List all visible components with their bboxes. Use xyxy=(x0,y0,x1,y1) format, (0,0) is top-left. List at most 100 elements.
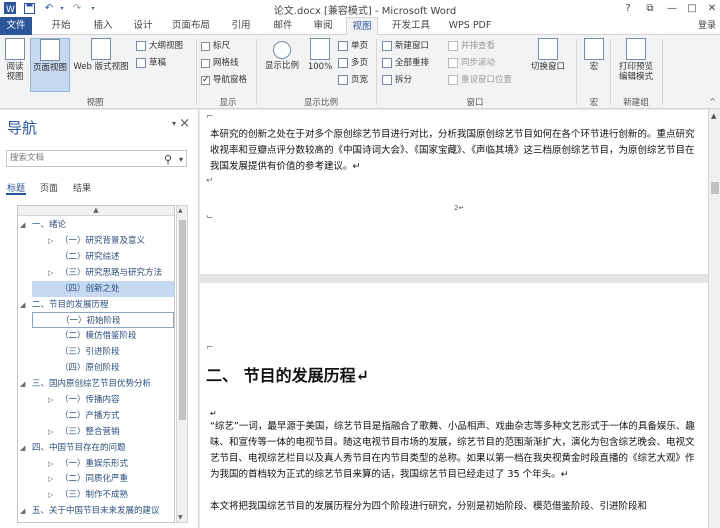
macros-button[interactable]: 宏 xyxy=(582,38,606,72)
arrange-all-button[interactable]: 全部重排 xyxy=(382,56,429,70)
nav-pane-checkbox[interactable]: 导航窗格 xyxy=(201,73,247,87)
tree-item-label: （一）重娱乐形式 xyxy=(60,458,129,469)
globe-icon xyxy=(91,38,111,60)
tree-item[interactable]: （二）研究综述 xyxy=(32,249,174,265)
scroll-thumb[interactable] xyxy=(179,220,186,420)
tree-item-label: 四、中国节目存在的问题 xyxy=(32,442,126,453)
sync-scroll-button[interactable]: 同步滚动 xyxy=(448,56,495,70)
tree-item[interactable]: ▷ （一）传播内容 xyxy=(32,392,174,408)
nav-tab-pages[interactable]: 页面 xyxy=(39,181,59,195)
tree-item[interactable]: ▷ （二）同质化严重 xyxy=(32,471,174,487)
scroll-down-icon[interactable]: ▼ xyxy=(178,514,183,521)
one-page-button[interactable]: 单页 xyxy=(338,39,368,53)
tab-page-layout[interactable]: 页面布局 xyxy=(168,17,214,35)
paragraph[interactable]: 本文将把我国综艺节目的发展历程分为四个阶段进行研究，分别是初始阶段、模范借鉴阶段… xyxy=(210,499,702,515)
new-window-button[interactable]: 新建窗口 xyxy=(382,39,429,53)
paragraph[interactable]: 本研究的创新之处在于对多个原创综艺节目进行对比，分析我国原创综艺节目如何在各个环… xyxy=(210,127,702,175)
tree-item-label: （一）研究背景及意义 xyxy=(60,235,146,246)
save-icon[interactable] xyxy=(22,1,36,15)
tree-item[interactable]: ◢ 二、节目的发展历程 xyxy=(18,297,174,313)
multi-page-button[interactable]: 多页 xyxy=(338,56,368,70)
zoom-button[interactable]: 显示比例 xyxy=(262,38,302,71)
tree-item[interactable]: （四）创新之处 xyxy=(32,280,174,297)
scroll-thumb[interactable] xyxy=(711,182,719,194)
tree-item[interactable]: （三）引进阶段 xyxy=(32,344,174,360)
close-icon[interactable]: ✕ xyxy=(700,0,720,16)
tab-developer[interactable]: 开发工具 xyxy=(388,17,434,35)
nav-tab-headings[interactable]: 标题 xyxy=(6,181,27,195)
scroll-up-icon[interactable]: ▲ xyxy=(711,112,716,120)
reset-position-button[interactable]: 重设窗口位置 xyxy=(448,73,512,87)
page[interactable]: ⌐ 本研究的创新之处在于对多个原创综艺节目进行对比，分析我国原创综艺节目如何在各… xyxy=(200,110,708,274)
collapsed-arrow-icon[interactable]: ▷ xyxy=(48,233,53,249)
nav-close-icon[interactable]: × xyxy=(179,116,190,131)
switch-windows-button[interactable]: 切换窗口 xyxy=(528,38,568,72)
expanded-arrow-icon[interactable]: ◢ xyxy=(20,297,25,313)
tab-references[interactable]: 引用 xyxy=(226,17,256,35)
tree-item[interactable]: （四）原创阶段 xyxy=(32,360,174,376)
tab-insert[interactable]: 插入 xyxy=(88,17,118,35)
undo-icon[interactable]: ↶ xyxy=(42,1,56,15)
tree-item[interactable]: ▷ （一）研究背景及意义 xyxy=(32,233,174,249)
tree-item[interactable]: ▷ （三）整合营销 xyxy=(32,424,174,440)
tree-item[interactable]: ◢ 一、绪论 xyxy=(18,217,174,233)
undo-dropdown-icon[interactable]: ▾ xyxy=(58,1,66,15)
collapse-ribbon-icon[interactable]: ^ xyxy=(709,97,716,106)
help-icon[interactable]: ? xyxy=(616,0,640,16)
tab-mailings[interactable]: 邮件 xyxy=(268,17,298,35)
read-mode-button[interactable]: 阅读视图 xyxy=(2,38,28,82)
nav-options-icon[interactable]: ▾ xyxy=(172,119,176,128)
search-dropdown-icon[interactable]: ▾ xyxy=(179,152,183,167)
gridlines-checkbox[interactable]: 网格线 xyxy=(201,56,239,70)
tab-wps-pdf[interactable]: WPS PDF xyxy=(446,17,494,35)
nav-tab-results[interactable]: 结果 xyxy=(72,181,92,195)
side-by-side-button[interactable]: 并排查看 xyxy=(448,39,495,53)
tree-item[interactable]: （二）产播方式 xyxy=(32,408,174,424)
customize-toolbar-icon[interactable]: ▾ xyxy=(88,1,98,15)
print-preview-button[interactable]: 打印预览编辑模式 xyxy=(614,38,658,82)
tree-item[interactable]: ◢ 四、中国节目存在的问题 xyxy=(18,440,174,456)
collapsed-arrow-icon[interactable]: ▷ xyxy=(48,392,53,408)
page-width-button[interactable]: 页宽 xyxy=(338,73,368,87)
redo-icon[interactable]: ↷ xyxy=(70,1,84,15)
tree-item[interactable]: （一）初始阶段 xyxy=(32,312,174,329)
tree-scrollbar[interactable]: ▲ ▼ xyxy=(176,205,188,523)
login-link[interactable]: 登录 xyxy=(698,17,716,35)
tree-item[interactable]: （二）模仿借鉴阶段 xyxy=(32,328,174,344)
outline-button[interactable]: 大纲视图 xyxy=(136,39,183,53)
tab-review[interactable]: 审阅 xyxy=(308,17,338,35)
expanded-arrow-icon[interactable]: ◢ xyxy=(20,217,25,233)
expanded-arrow-icon[interactable]: ◢ xyxy=(20,440,25,456)
ruler-checkbox[interactable]: 标尺 xyxy=(201,39,230,53)
search-input[interactable]: 搜索文档 ⚲ ▾ xyxy=(6,150,187,167)
tab-home[interactable]: 开始 xyxy=(46,17,76,35)
tree-item[interactable]: ◢ 五、关于中国节目未来发展的建议 xyxy=(18,503,174,519)
expanded-arrow-icon[interactable]: ◢ xyxy=(20,503,25,519)
web-layout-button[interactable]: Web 版式视图 xyxy=(72,38,130,72)
tab-file[interactable]: 文件 xyxy=(0,17,32,35)
tree-item[interactable]: ▷ （一）重娱乐形式 xyxy=(32,456,174,472)
collapsed-arrow-icon[interactable]: ▷ xyxy=(48,456,53,472)
draft-button[interactable]: 草稿 xyxy=(136,56,166,70)
tab-view[interactable]: 视图 xyxy=(346,17,378,36)
tree-item[interactable]: ▷ （三）研究思路与研究方法 xyxy=(32,265,174,281)
expanded-arrow-icon[interactable]: ◢ xyxy=(20,376,25,392)
paragraph[interactable]: “综艺”一词，最早源于美国，综艺节目是指融合了歌舞、小品相声、戏曲杂志等多种文艺… xyxy=(210,419,702,483)
ribbon-display-icon[interactable]: ⧉ xyxy=(638,0,662,16)
collapsed-arrow-icon[interactable]: ▷ xyxy=(48,424,53,440)
search-icon[interactable]: ⚲ xyxy=(164,152,172,167)
document-scrollbar[interactable]: ▲ xyxy=(708,110,720,528)
sync-scroll-label: 同步滚动 xyxy=(461,58,496,68)
collapsed-arrow-icon[interactable]: ▷ xyxy=(48,471,53,487)
collapsed-arrow-icon[interactable]: ▷ xyxy=(48,487,53,503)
collapse-all-icon[interactable]: ▲ xyxy=(18,206,174,216)
zoom-100-button[interactable]: 100% xyxy=(306,38,334,72)
tree-item[interactable]: ▷ （三）制作不成熟 xyxy=(32,487,174,503)
print-layout-button[interactable]: 页面视图 xyxy=(30,38,70,92)
tree-item[interactable]: ◢ 三、国内原创综艺节目优势分析 xyxy=(18,376,174,392)
split-button[interactable]: 拆分 xyxy=(382,73,412,87)
scroll-up-icon[interactable]: ▲ xyxy=(178,207,183,214)
tab-design[interactable]: 设计 xyxy=(128,17,158,35)
collapsed-arrow-icon[interactable]: ▷ xyxy=(48,265,53,281)
section-heading[interactable]: 二、 节目的发展历程↵ xyxy=(206,362,369,386)
